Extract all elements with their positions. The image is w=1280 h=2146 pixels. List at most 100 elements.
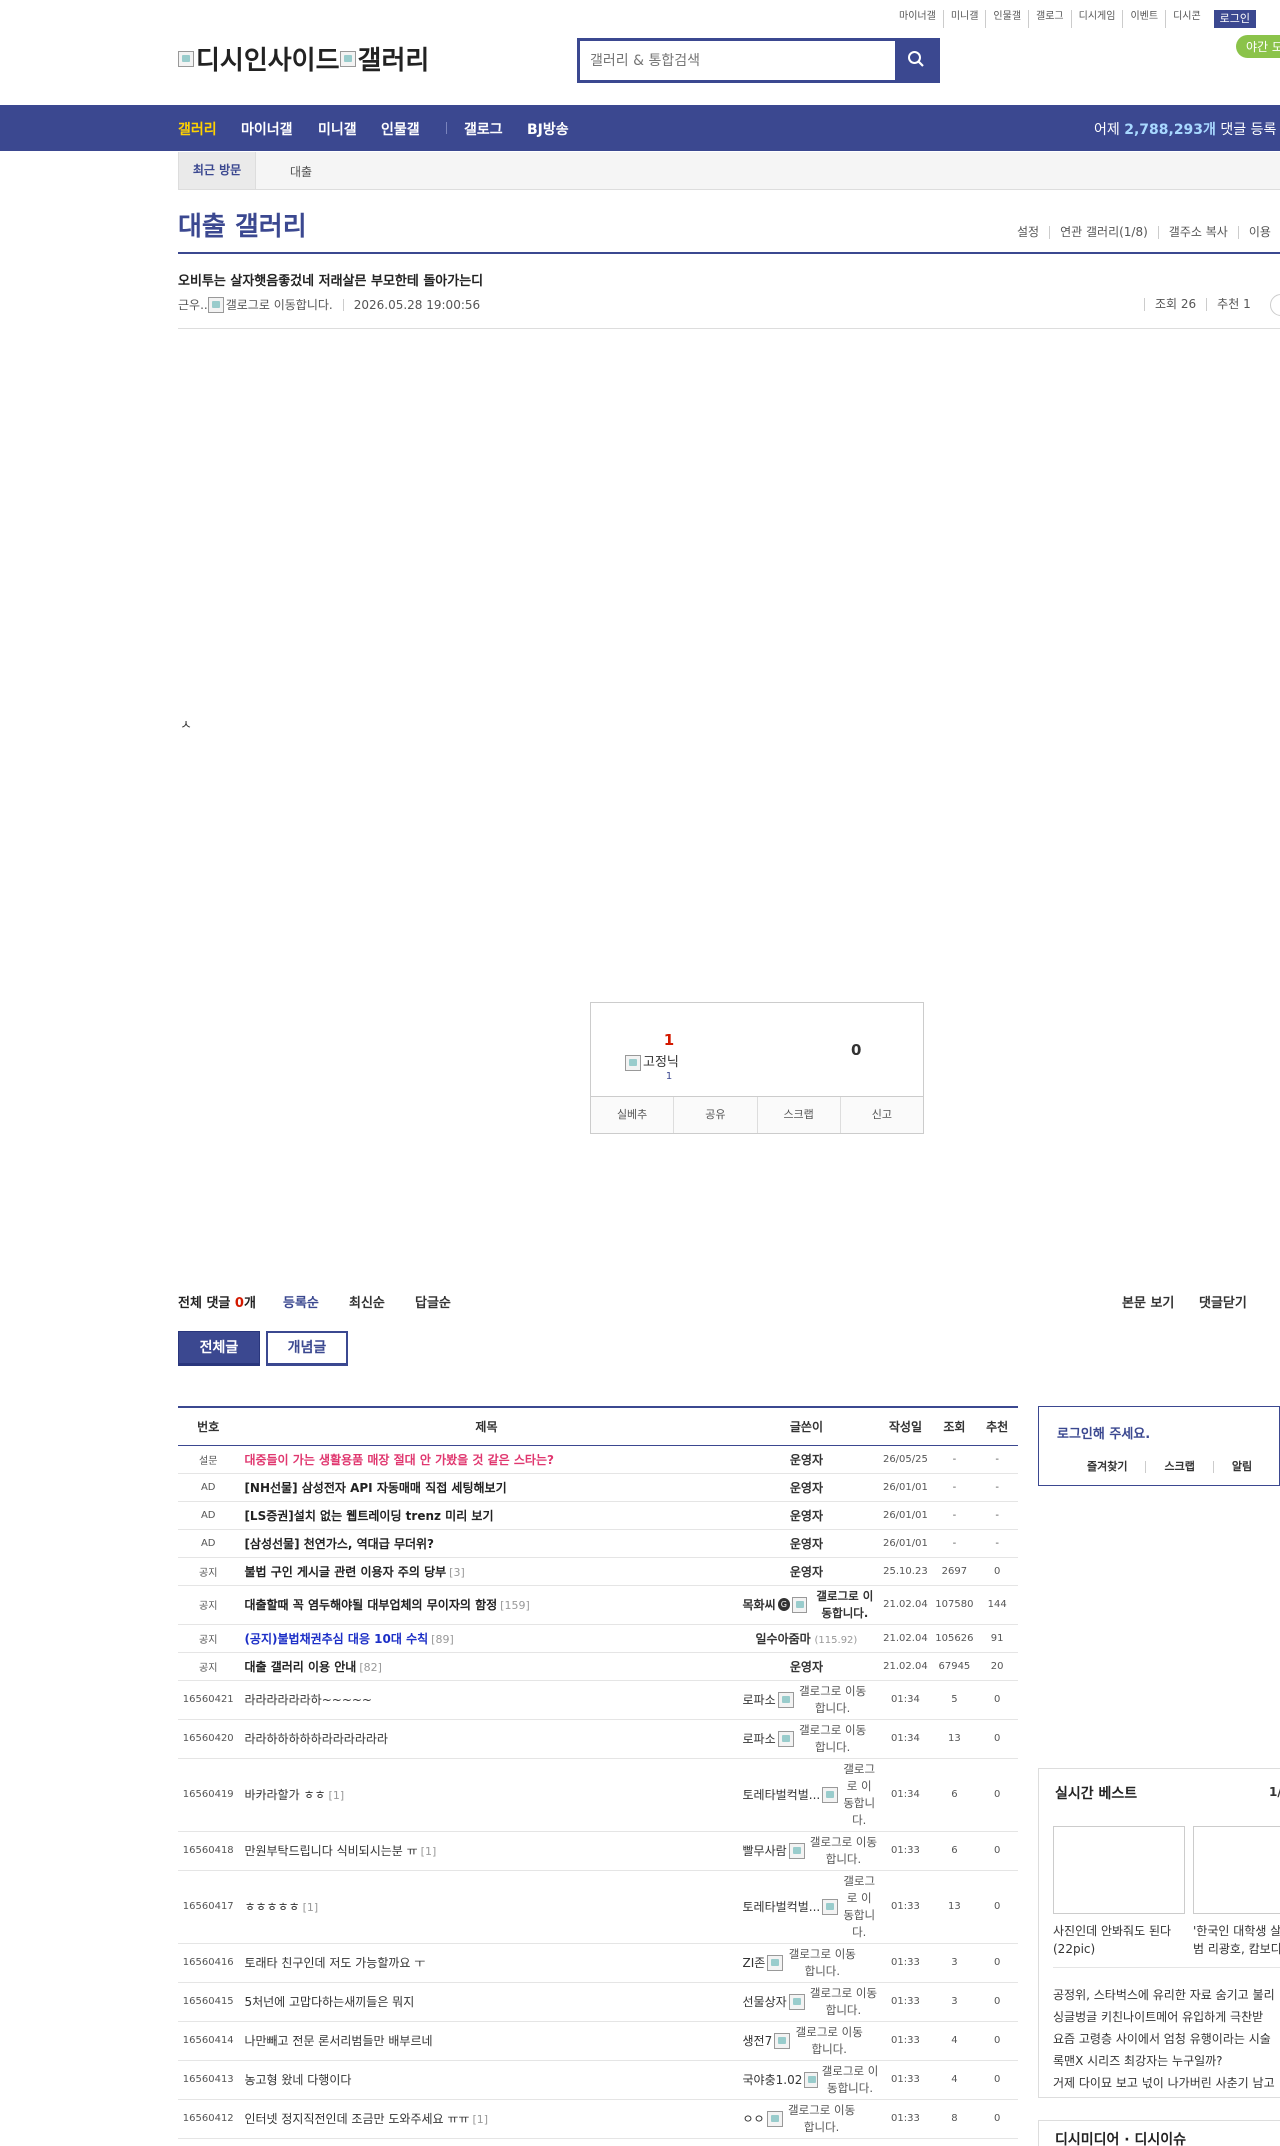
- post-subject-text[interactable]: ㅎㅎㅎㅎㅎ: [244, 1900, 299, 1914]
- writer-nick[interactable]: 국야충1.02: [743, 2071, 803, 2088]
- table-row[interactable]: AD [삼성선물] 천연가스, 역대급 무더위? 운영자 26/01/01- -: [178, 1529, 1018, 1558]
- post-subject-text[interactable]: 대중들이 가는 생활용품 매장 절대 안 가봤을 것 같은 스타는?: [244, 1453, 554, 1467]
- table-row[interactable]: 공지 대출할때 꼭 염두해야될 대부업체의 무이자의 함정 [159] 목화씨 G 갤로그…: [178, 1585, 1018, 1625]
- gnb-gallery[interactable]: 갤러리: [178, 119, 217, 139]
- settings-link[interactable]: 설정: [1007, 226, 1049, 239]
- post-subject[interactable]: 대출할때 꼭 염두해야될 대부업체의 무이자의 함정 [159]: [238, 1585, 735, 1625]
- sort-registered[interactable]: 등록순: [283, 1292, 319, 1311]
- sort-latest[interactable]: 최신순: [349, 1292, 385, 1311]
- sort-reply[interactable]: 답글순: [415, 1292, 451, 1311]
- post-subject-text[interactable]: 인터넷 정지직전인데 조금만 도와주세요 ㅠㅠ: [244, 2112, 469, 2126]
- login-button[interactable]: 로그인: [1213, 10, 1257, 28]
- gnb-person[interactable]: 인물갤: [381, 119, 420, 139]
- table-row[interactable]: 공지 대출 갤러리 이용 안내 [82] 운영자 21.02.04 67945 20: [178, 1652, 1018, 1681]
- post-subject-text[interactable]: [LS증권]설치 없는 웹트레이딩 trenz 미리 보기: [244, 1509, 493, 1523]
- table-row[interactable]: 16560413 농고형 왔네 다행이다 국야충1.02 갤로그로 이동합니다. 01:…: [178, 2060, 1018, 2100]
- related-gallery-link[interactable]: 연관 갤러리(1/8): [1049, 226, 1158, 239]
- gnb-minor[interactable]: 마이너갤: [241, 119, 293, 139]
- table-row[interactable]: 16560421 라라라라라라하~~~~~ 로파소 갤로그로 이동합니다. 01:34 5…: [178, 1680, 1018, 1720]
- post-subject-text[interactable]: 농고형 왔네 다행이다: [244, 2073, 351, 2087]
- post-subject-text[interactable]: 토래타 친구인데 저도 가능할까요 ㅜ: [244, 1956, 425, 1970]
- util-link-dccon[interactable]: 디시콘: [1165, 10, 1208, 28]
- post-subject-text[interactable]: 대출 갤러리 이용 안내: [244, 1660, 356, 1674]
- post-subject-text[interactable]: 만원부탁드립니다 식비되시는분 ㅠ: [244, 1844, 417, 1858]
- upvote-count[interactable]: 1: [651, 1031, 687, 1049]
- scrap-link[interactable]: 스크랩: [1145, 1461, 1212, 1473]
- post-subject-text[interactable]: [NH선물] 삼성전자 API 자동매매 직접 세팅해보기: [244, 1481, 506, 1495]
- post-subject[interactable]: 대중들이 가는 생활용품 매장 절대 안 가봤을 것 같은 스타는?: [238, 1445, 735, 1474]
- util-link-game[interactable]: 디시게임: [1070, 10, 1123, 28]
- share-button[interactable]: 공유: [673, 1097, 756, 1133]
- post-subject[interactable]: [NH선물] 삼성전자 API 자동매매 직접 세팅해보기: [238, 1473, 735, 1502]
- post-subject[interactable]: [삼성선물] 천연가스, 역대급 무더위?: [238, 1529, 735, 1558]
- gallog-icon[interactable]: [804, 2071, 818, 2088]
- post-subject-text[interactable]: 라라하하하하하라라라라라라: [244, 1732, 388, 1746]
- site-logo[interactable]: 디시인사이드 갤러리: [178, 40, 429, 77]
- best-list-item[interactable]: 싱글벙글 키친나이트메어 유입하게 극찬받: [1053, 2008, 1263, 2025]
- table-row[interactable]: 16560420 라라하하하하하라라라라라라 로파소 갤로그로 이동합니다. 01:34…: [178, 1719, 1018, 1759]
- post-subject[interactable]: 토래타 친구인데 저도 가능할까요 ㅜ: [238, 1943, 735, 1983]
- writer-nick[interactable]: 빨무사람: [743, 1842, 787, 1859]
- gallog-icon[interactable]: [822, 1898, 839, 1915]
- writer-nick[interactable]: 토레타벌컥벌...: [743, 1786, 821, 1803]
- writer-nick[interactable]: 생전7: [743, 2032, 773, 2049]
- post-subject[interactable]: 농고형 왔네 다행이다: [238, 2060, 735, 2100]
- writer-nick[interactable]: 토레타벌컥벌...: [743, 1898, 821, 1915]
- table-row[interactable]: AD [LS증권]설치 없는 웹트레이딩 trenz 미리 보기 운영자 26/01/…: [178, 1501, 1018, 1530]
- best-thumbnail[interactable]: [1053, 1826, 1185, 1914]
- best-list-item[interactable]: 공정위, 스타벅스에 유리한 자료 숨기고 불리: [1053, 1986, 1275, 2003]
- gallery-title[interactable]: 대출 갤러리: [178, 206, 307, 243]
- reply-count[interactable]: [1]: [472, 2113, 488, 2126]
- util-link-mini[interactable]: 미니갤: [942, 10, 986, 28]
- gallog-icon[interactable]: [774, 2032, 791, 2049]
- post-subject-text[interactable]: [삼성선물] 천연가스, 역대급 무더위?: [244, 1537, 434, 1551]
- writer-nick[interactable]: 일수아줌마: [756, 1632, 811, 1646]
- comment-count-bubble[interactable]: [1270, 294, 1280, 316]
- tab-recommended-posts[interactable]: 개념글: [266, 1331, 348, 1366]
- post-subject-text[interactable]: 5처넌에 고맙다하는새끼들은 뭐지: [244, 1995, 414, 2009]
- writer-nick[interactable]: 운영자: [790, 1509, 823, 1523]
- post-subject[interactable]: 인터넷 정지직전인데 조금만 도와주세요 ㅠㅠ [1]: [238, 2099, 735, 2139]
- post-subject-text[interactable]: (공지)불법채권추심 대응 10대 수칙: [244, 1632, 428, 1646]
- writer-nick[interactable]: ㅇㅇ: [743, 2110, 765, 2127]
- table-row[interactable]: 16560414 나만빼고 전문 론서리범들만 배부르네 생전7 갤로그로 이동합니다…: [178, 2021, 1018, 2061]
- best-caption[interactable]: 사진인데 안봐줘도 된다 (22pic): [1053, 1922, 1171, 1958]
- util-link-gallog[interactable]: 갤로그: [1028, 10, 1071, 28]
- table-row[interactable]: 16560418 만원부탁드립니다 식비되시는분 ㅠ [1] 빨무사람 갤로그로 이동합…: [178, 1831, 1018, 1871]
- reply-count[interactable]: [1]: [303, 1901, 319, 1914]
- gallog-icon[interactable]: [777, 1730, 794, 1747]
- post-subject[interactable]: 바카라할가 ㅎㅎ [1]: [238, 1758, 735, 1832]
- util-link-event[interactable]: 이벤트: [1122, 10, 1165, 28]
- post-subject[interactable]: ㅎㅎㅎㅎㅎ [1]: [238, 1870, 735, 1944]
- table-row[interactable]: 공지 불법 구인 게시글 관련 이용자 주의 당부 [3] 운영자 25.10.23 26…: [178, 1557, 1018, 1586]
- gallog-icon[interactable]: [777, 1691, 794, 1708]
- writer-nick[interactable]: 로파소: [743, 1730, 776, 1747]
- post-subject-text[interactable]: 라라라라라라하~~~~~: [244, 1693, 372, 1707]
- post-subject[interactable]: (공지)불법채권추심 대응 10대 수칙 [89]: [238, 1624, 735, 1653]
- gnb-mini[interactable]: 미니갤: [318, 119, 357, 139]
- search-input[interactable]: [580, 41, 895, 80]
- report-button[interactable]: 신고: [839, 1097, 923, 1133]
- writer-nick[interactable]: 운영자: [790, 1481, 823, 1495]
- post-subject-text[interactable]: 대출할때 꼭 염두해야될 대부업체의 무이자의 함정: [244, 1598, 497, 1612]
- usage-link[interactable]: 이용: [1237, 226, 1280, 239]
- post-subject-text[interactable]: 나만빼고 전문 론서리범들만 배부르네: [244, 2034, 432, 2048]
- tab-all-posts[interactable]: 전체글: [178, 1331, 260, 1366]
- post-subject[interactable]: 불법 구인 게시글 관련 이용자 주의 당부 [3]: [238, 1557, 735, 1586]
- scrap-button[interactable]: 스크랩: [756, 1097, 840, 1133]
- table-row[interactable]: 16560419 바카라할가 ㅎㅎ [1] 토레타벌컥벌... 갤로그로 이동합니다. 0…: [178, 1758, 1018, 1832]
- writer-nick[interactable]: 운영자: [790, 1565, 823, 1579]
- best-list-item[interactable]: 록맨X 시리즈 최강자는 누구일까?: [1053, 2052, 1223, 2069]
- post-subject-text[interactable]: 불법 구인 게시글 관련 이용자 주의 당부: [244, 1565, 446, 1579]
- alarm-link[interactable]: 알림: [1212, 1461, 1270, 1473]
- gnb-gallog[interactable]: 갤로그: [464, 119, 503, 139]
- view-body-link[interactable]: 본문 보기: [1122, 1292, 1174, 1311]
- post-subject[interactable]: 만원부탁드립니다 식비되시는분 ㅠ [1]: [238, 1831, 735, 1871]
- table-row[interactable]: 16560416 토래타 친구인데 저도 가능할까요 ㅜ ZI존 갤로그로 이동합니다…: [178, 1943, 1018, 1983]
- best-list-item[interactable]: 거제 다이묘 보고 넋이 나가버린 사춘기 남고: [1053, 2074, 1275, 2091]
- search-button[interactable]: [895, 41, 937, 80]
- post-writer[interactable]: 근우..: [178, 296, 208, 313]
- post-subject[interactable]: [LS증권]설치 없는 웹트레이딩 trenz 미리 보기: [238, 1501, 735, 1530]
- table-row[interactable]: 공지 (공지)불법채권추심 대응 10대 수칙 [89] 일수아줌마 (115.92)…: [178, 1624, 1018, 1653]
- gallog-icon[interactable]: [792, 1596, 808, 1613]
